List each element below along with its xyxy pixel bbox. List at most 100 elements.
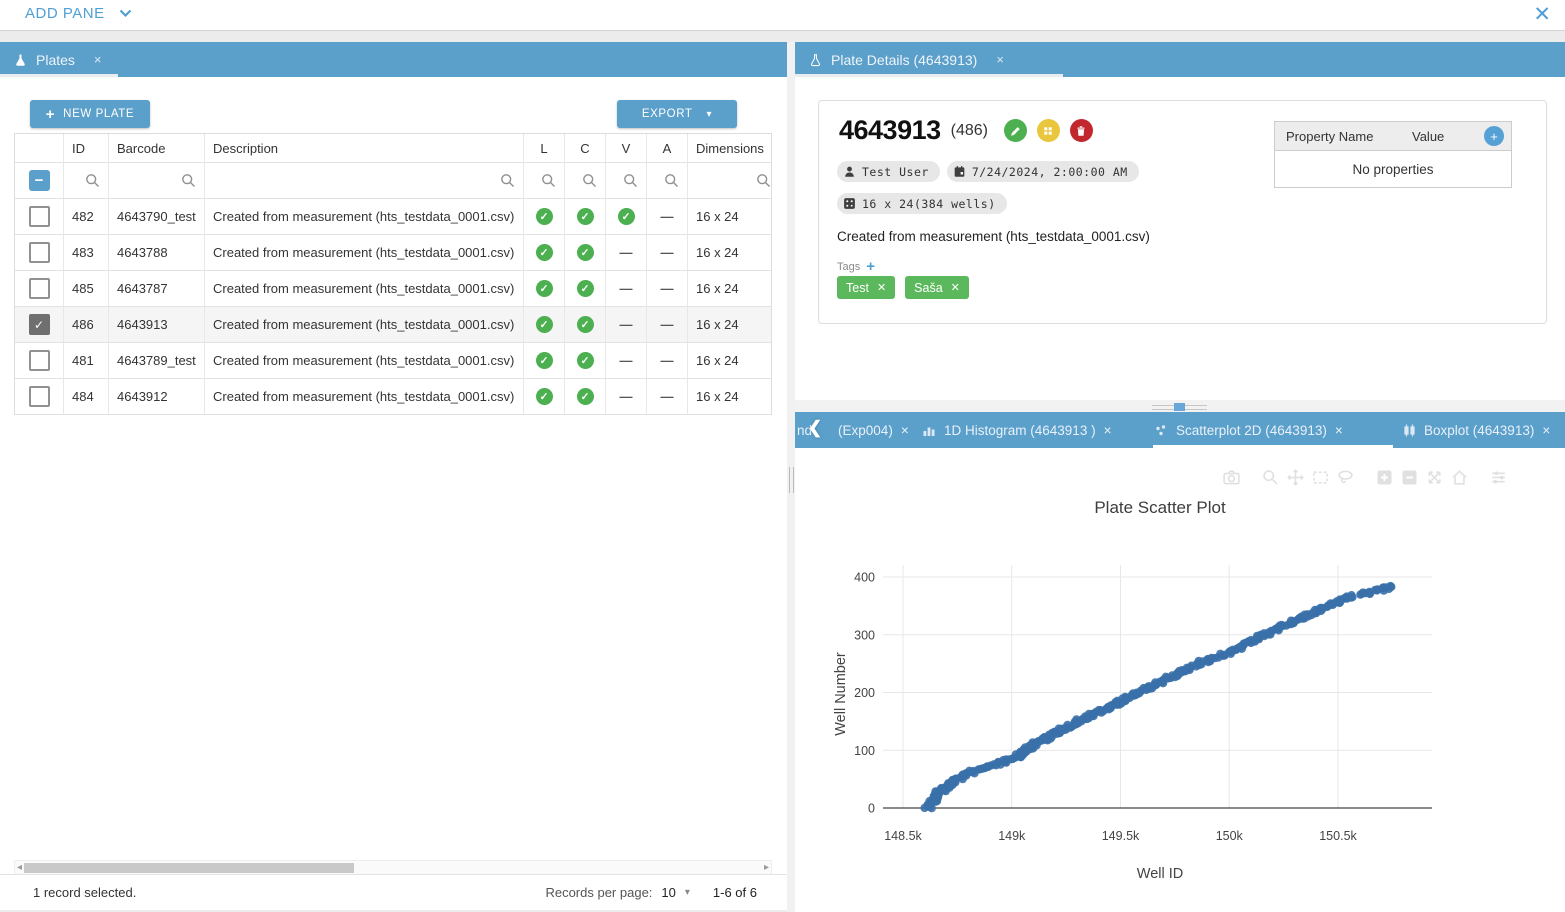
scrollbar-thumb[interactable] [24,863,354,873]
no-properties-message: No properties [1274,151,1512,188]
add-pane-button[interactable]: ADD PANE [25,5,132,22]
page-range: 1-6 of 6 [713,885,757,900]
add-tag-icon[interactable]: + [866,258,875,275]
filter-a[interactable] [647,163,688,198]
horizontal-splitter[interactable] [795,400,1565,412]
row-checkbox[interactable] [29,386,50,407]
row-checkbox[interactable] [29,206,50,227]
tab-plates-label: Plates [36,52,75,68]
vertical-splitter[interactable] [787,42,795,912]
close-tab-icon[interactable]: × [1335,423,1343,438]
check-icon: ✓ [536,244,553,261]
y-tick-label: 0 [868,802,875,816]
header-v: V [606,134,647,162]
close-tab-icon[interactable]: × [901,423,909,438]
tab-1d-histogram[interactable]: 1D Histogram (4643913 ) × [923,412,1111,448]
table-row[interactable]: 4854643787Created from measurement (hts_… [15,271,771,307]
row-checkbox[interactable] [29,242,50,263]
view-plate-button[interactable] [1037,119,1060,142]
tab-plate-details[interactable]: Plate Details (4643913) × [795,42,1018,77]
tab-scatterplot-2d[interactable]: Scatterplot 2D (4643913) × [1155,412,1343,448]
edit-plate-button[interactable] [1004,119,1027,142]
filter-description[interactable] [205,163,524,198]
cell-description: Created from measurement (hts_testdata_0… [205,343,524,378]
filter-barcode[interactable] [109,163,205,198]
check-icon: ✓ [577,280,594,297]
property-value-header: Value [1412,129,1484,144]
table-row[interactable]: 4834643788Created from measurement (hts_… [15,235,771,271]
properties-table: Property Name Value + No properties [1274,121,1512,188]
search-icon [541,173,556,188]
header-select [15,134,64,162]
tag-sasa: Saša ✕ [905,276,969,299]
trash-icon [1075,125,1087,137]
data-point [1095,706,1103,714]
header-barcode: Barcode [109,134,205,162]
plus-icon: + [46,106,55,123]
wells-badge: 16 x 24(384 wells) [837,193,1007,214]
close-tab-icon[interactable]: × [94,52,102,67]
user-icon [843,165,856,178]
check-icon: ✓ [577,388,594,405]
check-icon: ✓ [536,208,553,225]
cell-dimensions: 16 x 24 [688,235,771,270]
caret-down-icon[interactable]: ▾ [685,887,690,898]
table-row[interactable]: 4824643790_testCreated from measurement … [15,199,771,235]
search-icon [756,173,771,188]
scroll-left-arrow[interactable]: ◂ [17,862,22,873]
row-checkbox[interactable]: ✓ [29,314,50,335]
table-footer: 1 record selected. Records per page: 10 … [0,874,787,910]
check-icon: ✓ [577,208,594,225]
select-all-checkbox[interactable]: − [29,170,50,191]
tab-plate-details-label: Plate Details (4643913) [831,52,977,68]
scroll-tabs-left-icon[interactable]: ❮ [808,418,822,438]
new-plate-button[interactable]: + NEW PLATE [30,100,150,128]
x-tick-label: 150k [1216,829,1244,843]
cell-l: ✓ [524,343,565,378]
delete-plate-button[interactable] [1070,119,1093,142]
filter-dimensions[interactable] [688,163,771,198]
remove-tag-icon[interactable]: ✕ [951,281,960,294]
filter-v[interactable] [606,163,647,198]
y-tick-label: 400 [854,571,875,585]
header-description: Description [205,134,524,162]
row-checkbox[interactable] [29,278,50,299]
table-row[interactable]: 4814643789_testCreated from measurement … [15,343,771,379]
filter-c[interactable] [565,163,606,198]
y-tick-label: 200 [854,686,875,700]
tag-test: Test ✕ [837,276,895,299]
records-per-page-select[interactable]: 10 [661,885,675,900]
scatter-icon [1155,424,1168,437]
tab-plates[interactable]: Plates × [0,42,116,77]
table-row[interactable]: 4844643912Created from measurement (hts_… [15,379,771,415]
cell-id: 484 [64,379,109,414]
close-workspace-icon[interactable]: ✕ [1533,2,1551,27]
add-pane-label: ADD PANE [25,5,105,22]
close-tab-icon[interactable]: × [996,52,1004,67]
plate-details-panel: Plate Details (4643913) × 4643913 (486) [795,42,1565,400]
close-tab-icon[interactable]: × [1104,423,1112,438]
table-row[interactable]: ✓4864643913Created from measurement (hts… [15,307,771,343]
cell-l: ✓ [524,307,565,342]
scroll-right-arrow[interactable]: ▸ [764,862,769,873]
scatter-plot[interactable]: 148.5k149k149.5k150k150.5k0100200300400P… [795,448,1565,912]
table-header-row: ID Barcode Description L C V A Dimension… [15,134,771,163]
charts-tabbar: nd (Exp004) × ❮ 1D Histogram (4643913 ) … [795,412,1565,448]
plates-table: ID Barcode Description L C V A Dimension… [14,133,772,415]
tab-boxplot[interactable]: Boxplot (4643913) × [1403,412,1550,448]
dash-icon: — [661,353,674,368]
close-tab-icon[interactable]: × [1542,423,1550,438]
check-icon: ✓ [577,352,594,369]
check-icon: ✓ [577,244,594,261]
cell-v: — [606,379,647,414]
add-property-button[interactable]: + [1484,126,1504,146]
filter-id[interactable] [64,163,109,198]
cell-dimensions: 16 x 24 [688,271,771,306]
row-checkbox[interactable] [29,350,50,371]
y-tick-label: 300 [854,628,875,642]
export-button[interactable]: EXPORT ▾ [617,100,737,128]
cell-description: Created from measurement (hts_testdata_0… [205,235,524,270]
remove-tag-icon[interactable]: ✕ [877,281,886,294]
check-icon: ✓ [536,388,553,405]
filter-l[interactable] [524,163,565,198]
